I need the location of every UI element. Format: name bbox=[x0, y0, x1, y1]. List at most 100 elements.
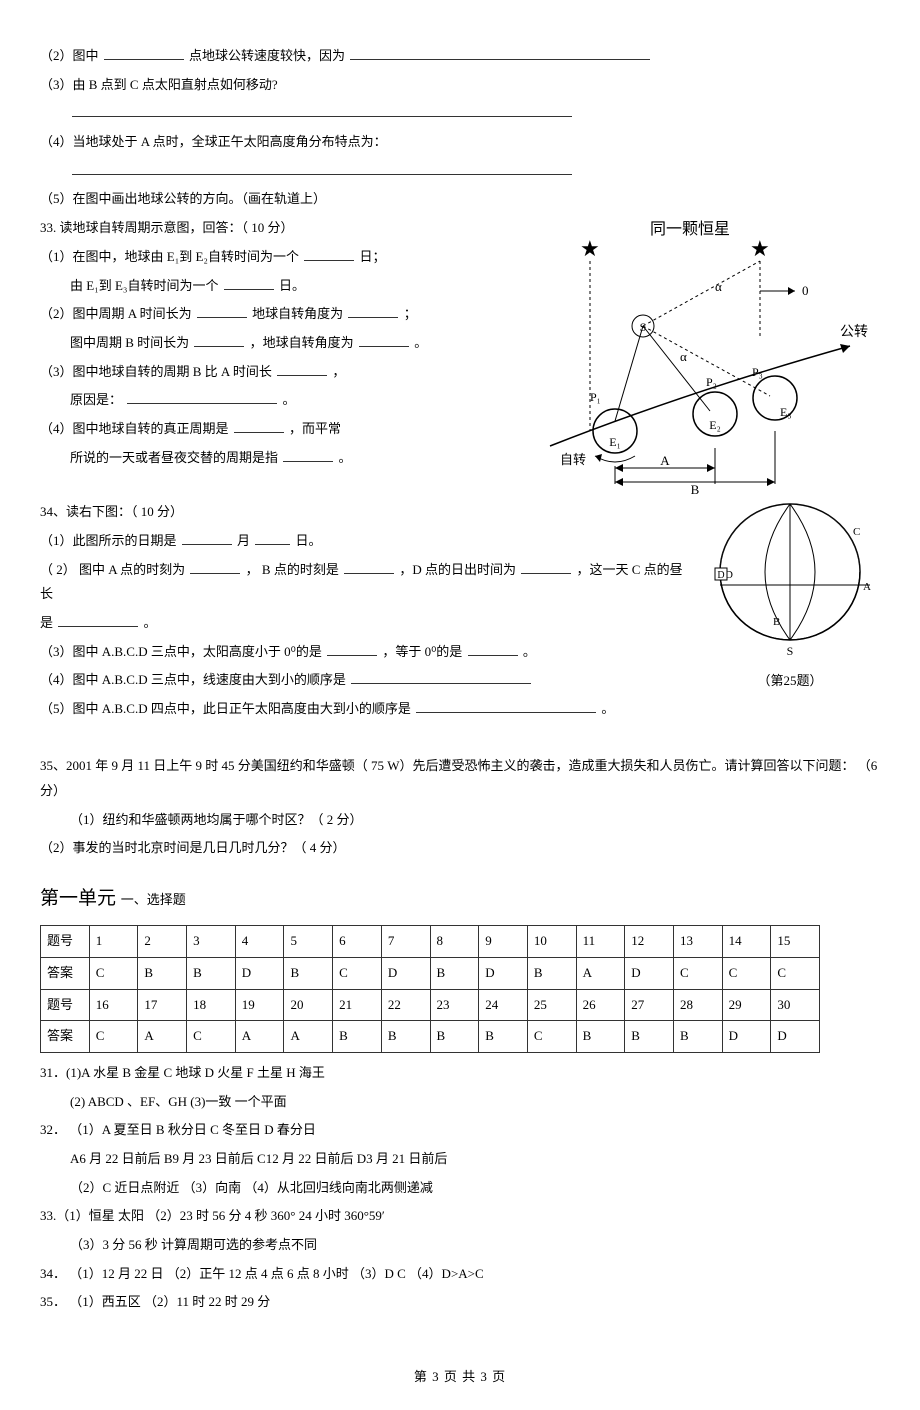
text: （1）纽约和华盛顿两地均属于哪个时区？（ 2 分） bbox=[70, 812, 363, 827]
blank[interactable] bbox=[58, 613, 138, 627]
blank[interactable] bbox=[348, 304, 398, 318]
blank[interactable] bbox=[327, 642, 377, 656]
table-cell: 1 bbox=[89, 926, 138, 958]
label-E2: E₂ bbox=[709, 418, 721, 432]
text: 。 bbox=[339, 450, 352, 465]
table-cell: 25 bbox=[527, 989, 576, 1021]
text: ， B 点的时刻是 bbox=[246, 562, 339, 577]
label-gongzhuan: 公转 bbox=[840, 324, 868, 340]
table-cell: 16 bbox=[89, 989, 138, 1021]
table-cell: 18 bbox=[187, 989, 236, 1021]
blank[interactable] bbox=[104, 46, 184, 60]
text: 日。 bbox=[279, 278, 305, 293]
text: 原因是： bbox=[70, 392, 122, 407]
blank[interactable] bbox=[359, 333, 409, 347]
answers-heading: 第一单元 一、选择题 bbox=[40, 881, 880, 917]
q33-p3b: 原因是： 。 bbox=[40, 388, 480, 413]
text: 。 bbox=[144, 615, 157, 630]
text: 。 bbox=[414, 335, 427, 350]
table-cell: 4 bbox=[235, 926, 284, 958]
label-C: C bbox=[853, 526, 860, 538]
text: 月 bbox=[237, 533, 250, 548]
label-S: S bbox=[787, 644, 794, 658]
blank[interactable] bbox=[72, 161, 572, 175]
q32-p4: （4）当地球处于 A 点时，全球正午太阳高度角分布特点为： bbox=[40, 130, 880, 155]
blank[interactable] bbox=[304, 247, 354, 261]
text: 34． （1）12 月 22 日 （2）正午 12 点 4 点 6 点 8 小时… bbox=[40, 1266, 484, 1281]
table-cell: A bbox=[576, 957, 625, 989]
blank[interactable] bbox=[468, 642, 518, 656]
table-cell: D bbox=[625, 957, 674, 989]
text: ； bbox=[404, 306, 417, 321]
table-cell: D bbox=[479, 957, 528, 989]
table-cell: 3 bbox=[187, 926, 236, 958]
blank[interactable] bbox=[350, 46, 650, 60]
blank[interactable] bbox=[127, 390, 277, 404]
text: （1）此图所示的日期是 bbox=[40, 533, 177, 548]
table-cell: C bbox=[89, 957, 138, 989]
table-cell: B bbox=[430, 957, 479, 989]
ans-34: 34． （1）12 月 22 日 （2）正午 12 点 4 点 6 点 8 小时… bbox=[40, 1262, 880, 1287]
text: 33. 读地球自转周期示意图，回答：（ 10 分） bbox=[40, 220, 294, 235]
blank[interactable] bbox=[182, 531, 232, 545]
q33-p4a: （4）图中地球自转的真正周期是 ，而平常 bbox=[40, 417, 480, 442]
table-cell: B bbox=[187, 957, 236, 989]
blank[interactable] bbox=[521, 560, 571, 574]
blank[interactable] bbox=[344, 560, 394, 574]
table-cell: 答案 bbox=[41, 1021, 90, 1053]
blank[interactable] bbox=[72, 103, 572, 117]
text: A6 月 22 日前后 B9 月 23 日前后 C12 月 22 日前后 D3 … bbox=[70, 1151, 447, 1166]
blank[interactable] bbox=[234, 419, 284, 433]
text: （1）在图中，地球由 E₁到 E₂自转时间为一个 bbox=[40, 249, 299, 264]
blank[interactable] bbox=[283, 448, 333, 462]
table-cell: D bbox=[771, 1021, 820, 1053]
text: 。 bbox=[601, 701, 614, 716]
table-cell: 26 bbox=[576, 989, 625, 1021]
label-zizhuan: 自转 bbox=[560, 452, 586, 467]
table-cell: B bbox=[625, 1021, 674, 1053]
label-B: B bbox=[691, 482, 700, 496]
q33-p2b: 图中周期 B 时间长为 ，地球自转角度为 。 bbox=[40, 331, 480, 356]
text: 32． （1）A 夏至日 B 秋分日 C 冬至日 D 春分日 bbox=[40, 1122, 316, 1137]
blank[interactable] bbox=[277, 362, 327, 376]
blank[interactable] bbox=[416, 699, 596, 713]
q34-p2: （ 2） 图中 A 点的时刻为 ， B 点的时刻是 ，D 点的日出时间为 ，这一… bbox=[40, 558, 690, 607]
blank[interactable] bbox=[197, 304, 247, 318]
text: 34、读右下图：（ 10 分） bbox=[40, 504, 183, 519]
label-E3: E₃ bbox=[780, 405, 792, 419]
q33-p3a: （3）图中地球自转的周期 B 比 A 时间长 ， bbox=[40, 360, 480, 385]
table-cell: 7 bbox=[381, 926, 430, 958]
ans-33: 33.（1）恒星 太阳 （2）23 时 56 分 4 秒 360° 24 小时 … bbox=[40, 1204, 880, 1229]
blank[interactable] bbox=[190, 560, 240, 574]
table-cell: A bbox=[138, 1021, 187, 1053]
ans-31-2: (2) ABCD 、EF、GH (3)一致 一个平面 bbox=[40, 1090, 880, 1115]
table-cell: 13 bbox=[673, 926, 722, 958]
table-cell: D bbox=[722, 1021, 771, 1053]
table-cell: 题号 bbox=[41, 989, 90, 1021]
table-cell: 19 bbox=[235, 989, 284, 1021]
text: 35． （1）西五区 （2）11 时 22 时 29 分 bbox=[40, 1294, 270, 1309]
q32-p5: （5）在图中画出地球公转的方向。（画在轨道上） bbox=[40, 187, 880, 212]
text: 图中周期 B 时间长为 bbox=[70, 335, 189, 350]
table-cell: A bbox=[284, 1021, 333, 1053]
text: （2）事发的当时北京时间是几日几时几分？（ 4 分） bbox=[40, 840, 346, 855]
text: 是 bbox=[40, 615, 53, 630]
label-B: B bbox=[773, 616, 780, 628]
svg-text:D: D bbox=[717, 570, 724, 581]
blank[interactable] bbox=[224, 276, 274, 290]
ans-31-1: 31．(1)A 水星 B 金星 C 地球 D 火星 F 土星 H 海王 bbox=[40, 1061, 880, 1086]
table-cell: 24 bbox=[479, 989, 528, 1021]
text: ，等于 0⁰的是 bbox=[382, 644, 462, 659]
blank[interactable] bbox=[351, 670, 531, 684]
text: 日； bbox=[359, 249, 385, 264]
blank[interactable] bbox=[194, 333, 244, 347]
table-cell: 14 bbox=[722, 926, 771, 958]
q33-p1a: （1）在图中，地球由 E₁到 E₂自转时间为一个 日； bbox=[40, 245, 480, 270]
text: (2) ABCD 、EF、GH (3)一致 一个平面 bbox=[70, 1094, 287, 1109]
table-cell: B bbox=[284, 957, 333, 989]
table-cell: 20 bbox=[284, 989, 333, 1021]
blank[interactable] bbox=[255, 531, 290, 545]
label-A: A bbox=[863, 581, 871, 593]
q35-p2: （2）事发的当时北京时间是几日几时几分？（ 4 分） bbox=[40, 836, 880, 861]
text: 35、2001 年 9 月 11 日上午 9 时 45 分美国纽约和华盛顿（ 7… bbox=[40, 758, 877, 798]
